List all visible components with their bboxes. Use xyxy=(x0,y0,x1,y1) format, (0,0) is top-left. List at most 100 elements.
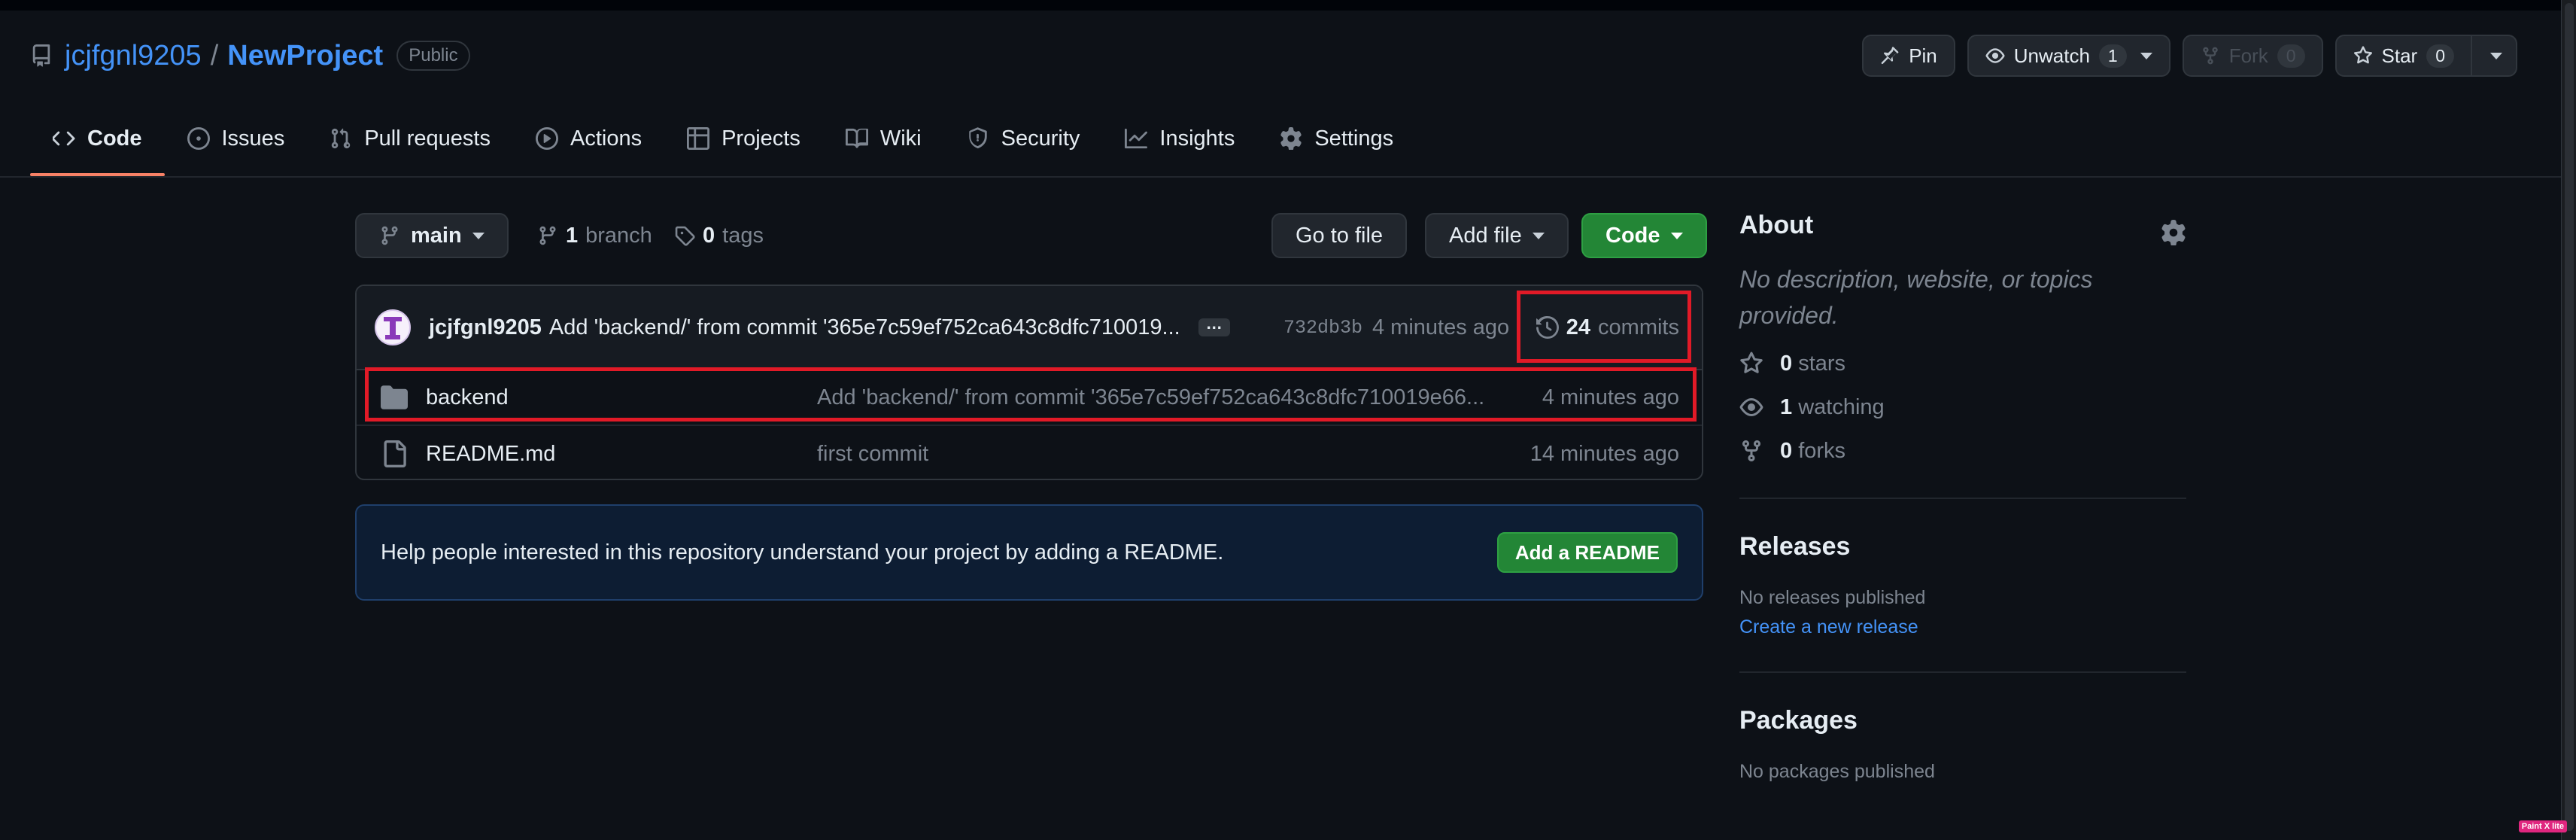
chevron-down-icon xyxy=(1532,232,1545,239)
create-release-link[interactable]: Create a new release xyxy=(1739,616,2186,638)
repo-owner-link[interactable]: jcjfgnl9205 xyxy=(65,40,202,72)
file-name-link[interactable]: backend xyxy=(426,385,509,410)
tab-code-label: Code xyxy=(87,126,142,151)
file-commit-message-link[interactable]: first commit xyxy=(817,442,928,467)
tab-wiki[interactable]: Wiki xyxy=(823,111,944,166)
fork-label: Fork xyxy=(2228,44,2268,67)
gear-icon[interactable] xyxy=(2161,220,2186,245)
path-separator: / xyxy=(210,39,219,72)
tabs-divider xyxy=(0,176,2561,178)
tab-security-label: Security xyxy=(1001,126,1080,151)
pin-button[interactable]: Pin xyxy=(1862,35,1955,77)
stars-label: stars xyxy=(1798,351,1846,376)
tab-actions[interactable]: Actions xyxy=(513,111,664,166)
tags-link[interactable]: 0 tags xyxy=(674,213,764,258)
tab-projects[interactable]: Projects xyxy=(664,111,823,166)
star-icon xyxy=(1740,352,1763,373)
star-counter: 0 xyxy=(2426,44,2454,68)
chevron-down-icon xyxy=(1670,232,1683,239)
packages-title[interactable]: Packages xyxy=(1739,706,2186,735)
tag-icon xyxy=(675,226,695,246)
fork-icon xyxy=(2202,47,2218,65)
expand-commit-button[interactable]: … xyxy=(1198,315,1230,336)
fork-counter: 0 xyxy=(2277,44,2305,68)
tab-issues[interactable]: Issues xyxy=(165,111,308,166)
tab-insights-label: Insights xyxy=(1159,126,1235,151)
chevron-down-icon xyxy=(2490,52,2502,59)
commit-count: 24 xyxy=(1566,315,1591,339)
releases-title[interactable]: Releases xyxy=(1739,532,2186,562)
tab-pull-requests-label: Pull requests xyxy=(364,126,491,151)
tab-code[interactable]: Code xyxy=(30,111,165,176)
tab-settings[interactable]: Settings xyxy=(1257,111,1416,166)
branches-link[interactable]: 1 branch xyxy=(537,213,652,258)
tab-security[interactable]: Security xyxy=(944,111,1103,166)
stars-link[interactable]: 0 stars xyxy=(1739,350,2186,377)
commit-message-link[interactable]: Add 'backend/' from commit '365e7c59ef75… xyxy=(549,315,1180,340)
about-description: No description, website, or topics provi… xyxy=(1739,266,2093,329)
table-icon xyxy=(687,127,710,150)
tab-settings-label: Settings xyxy=(1314,126,1394,151)
commits-history-link[interactable]: 24 commits xyxy=(1536,315,1679,340)
gear-icon xyxy=(1280,127,1302,150)
tab-pull-requests[interactable]: Pull requests xyxy=(307,111,513,166)
tab-projects-label: Projects xyxy=(721,126,800,151)
readme-banner-text: Help people interested in this repositor… xyxy=(381,540,1224,565)
shield-icon xyxy=(968,127,987,149)
commit-sha-link[interactable]: 732db3b xyxy=(1283,317,1362,339)
commit-author-link[interactable]: jcjfgnl9205 xyxy=(429,315,542,340)
watchers-link[interactable]: 1 watching xyxy=(1739,394,2186,421)
watching-count: 1 xyxy=(1780,394,1793,419)
file-row[interactable]: README.md first commit 14 minutes ago xyxy=(357,426,1702,479)
latest-commit-bar: jcjfgnl9205 Add 'backend/' from commit '… xyxy=(357,286,1702,370)
app-watermark: Paint X lite xyxy=(2518,820,2567,832)
repo-name-link[interactable]: NewProject xyxy=(227,40,383,72)
graph-icon xyxy=(1125,128,1148,149)
branch-icon xyxy=(381,226,398,245)
file-icon xyxy=(384,440,406,467)
page-scrollbar[interactable] xyxy=(2561,0,2576,840)
tab-insights[interactable]: Insights xyxy=(1102,111,1257,166)
history-icon xyxy=(1536,316,1559,339)
branch-select-button[interactable]: main xyxy=(355,213,509,258)
code-icon xyxy=(53,131,75,146)
branch-name: main xyxy=(411,223,462,248)
chevron-down-icon xyxy=(472,232,485,239)
repo-header: jcjfgnl9205 / NewProject Public xyxy=(30,35,470,77)
avatar[interactable] xyxy=(375,309,411,345)
go-to-file-label: Go to file xyxy=(1296,223,1384,248)
stars-count: 0 xyxy=(1780,351,1793,376)
add-readme-button[interactable]: Add a README xyxy=(1496,532,1678,573)
star-button[interactable]: Star 0 xyxy=(2334,35,2472,77)
commit-count-label: commits xyxy=(1598,315,1679,339)
file-commit-message-link[interactable]: Add 'backend/' from commit '365e7c59ef75… xyxy=(817,385,1484,410)
pull-request-icon xyxy=(332,128,351,149)
packages-empty-text: No packages published xyxy=(1739,761,1935,782)
pin-icon xyxy=(1881,47,1899,65)
fork-button[interactable]: Fork 0 xyxy=(2182,35,2323,77)
code-button[interactable]: Code xyxy=(1581,213,1707,258)
pin-label: Pin xyxy=(1909,44,1937,67)
star-label: Star xyxy=(2381,44,2418,67)
about-sidebar: About No description, website, or topics… xyxy=(1739,211,2186,783)
visibility-badge: Public xyxy=(396,41,470,71)
sidebar-divider xyxy=(1739,671,2186,673)
repo-nav-tabs: Code Issues Pull requests Actions Projec… xyxy=(30,111,1416,176)
branch-icon xyxy=(539,226,556,245)
file-name-link[interactable]: README.md xyxy=(426,442,555,467)
eye-icon xyxy=(1739,398,1763,416)
unwatch-button[interactable]: Unwatch 1 xyxy=(1967,35,2170,77)
tag-count-label: tags xyxy=(722,223,764,248)
star-list-dropdown[interactable] xyxy=(2472,35,2517,77)
file-row[interactable]: backend Add 'backend/' from commit '365e… xyxy=(357,370,1702,426)
repo-icon xyxy=(30,44,53,67)
go-to-file-button[interactable]: Go to file xyxy=(1271,213,1408,258)
forks-count: 0 xyxy=(1780,438,1793,463)
scrollbar-thumb[interactable] xyxy=(2565,3,2574,831)
forks-link[interactable]: 0 forks xyxy=(1739,437,2186,464)
star-icon xyxy=(2353,46,2372,64)
file-browser: jcjfgnl9205 Add 'backend/' from commit '… xyxy=(355,285,1703,480)
add-file-button[interactable]: Add file xyxy=(1425,213,1569,258)
chevron-down-icon xyxy=(2140,52,2152,59)
releases-empty-text: No releases published xyxy=(1739,587,1926,608)
